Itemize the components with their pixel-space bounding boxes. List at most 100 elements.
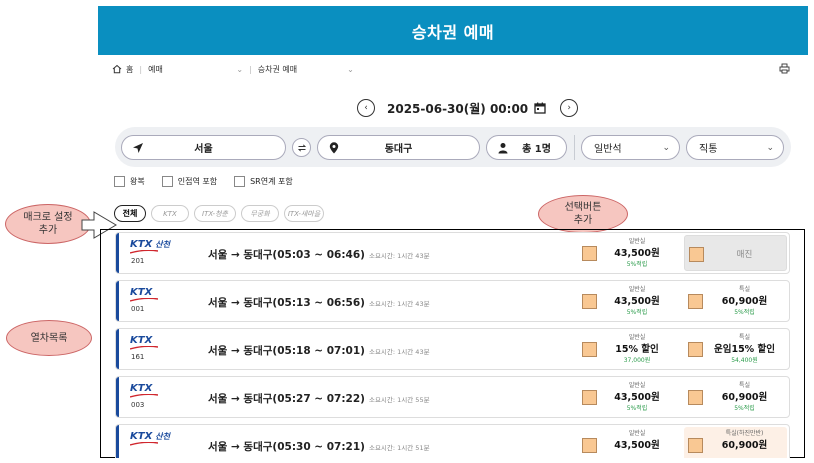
logo-sub: 산천: [155, 240, 171, 249]
seat-price: 60,900원: [721, 440, 768, 451]
navigation-arrow-icon: [133, 143, 143, 153]
select-checkbox[interactable]: [688, 390, 703, 405]
tab-itx-cheongchun[interactable]: ITX-청춘: [194, 205, 236, 222]
option-sr-link[interactable]: SR연계 포함: [234, 176, 293, 187]
duration-text: 소요시간: 1시간 55분: [368, 396, 430, 404]
train-row[interactable]: KTX 산천 서울 → 동대구(05:30 ~ 07:21) 소요시간: 1시간 5…: [115, 424, 790, 458]
tab-mugunghwa[interactable]: 무궁화: [241, 205, 279, 222]
logo-sub: 산천: [155, 432, 171, 441]
select-checkbox[interactable]: [582, 390, 597, 405]
print-icon[interactable]: [779, 63, 790, 74]
special-seat-cell[interactable]: 특실 60,900원 5%적립: [684, 283, 787, 319]
special-seat-cell[interactable]: 특실 운임15% 할인 54,400원: [684, 331, 787, 367]
next-date-button[interactable]: ›: [560, 99, 579, 117]
seat-info: 일반실 43,500원 5%적립: [596, 284, 678, 316]
page-title: 승차권 예매: [411, 22, 495, 42]
train-row[interactable]: KTX 161 서울 → 동대구(05:18 ~ 07:01) 소요시간: 1시간…: [115, 328, 790, 370]
general-seat-cell[interactable]: 일반실 43,500원 5%적립: [578, 379, 678, 415]
ktx-swoosh-icon: [130, 298, 158, 302]
train-row[interactable]: KTX 003 서울 → 동대구(05:27 ~ 07:22) 소요시간: 1시간…: [115, 376, 790, 418]
select-checkbox[interactable]: [688, 294, 703, 309]
seat-price: 43,500원: [614, 440, 660, 451]
train-number: 201: [131, 257, 145, 265]
date-text: 2025-06-30(월) 00:00: [387, 101, 529, 116]
seat-type: 일반실: [628, 382, 646, 389]
logo-text: KTX: [130, 335, 153, 346]
general-seat-cell[interactable]: 일반실 43,500원 5%적립: [578, 283, 678, 319]
select-checkbox[interactable]: [689, 247, 704, 262]
divider: [574, 135, 575, 160]
checkbox[interactable]: [161, 176, 173, 187]
prev-date-button[interactable]: ‹: [357, 99, 375, 117]
select-checkbox[interactable]: [582, 438, 597, 453]
train-row[interactable]: KTX 산천 201 서울 → 동대구(05:03 ~ 06:46) 소요시간: 1…: [115, 232, 790, 274]
select-checkbox[interactable]: [688, 342, 703, 357]
ktx-swoosh-icon: [130, 346, 158, 350]
breadcrumb-select-1[interactable]: 예매 ⌄: [148, 64, 243, 75]
select-checkbox[interactable]: [582, 342, 597, 357]
search-options: 왕복 인접역 포함 SR연계 포함: [114, 175, 310, 188]
breadcrumb-home[interactable]: 홈: [126, 64, 133, 75]
option-round-trip[interactable]: 왕복: [114, 176, 145, 187]
annotation-text: 추가: [573, 215, 593, 226]
train-route: 서울 → 동대구(05:03 ~ 06:46) 소요시간: 1시간 43분: [208, 247, 430, 262]
seat-type: 일반실: [628, 430, 646, 437]
special-seat-cell[interactable]: 특실(하진만반) 60,900원: [684, 427, 787, 458]
special-seat-cell: 매진: [684, 235, 787, 271]
seat-info: 일반실 43,500원 5%적립: [596, 380, 678, 412]
passenger-field[interactable]: 총 1명: [486, 135, 567, 160]
seat-price: 60,900원: [721, 296, 768, 307]
seat-info: 특실 60,900원 5%적립: [702, 380, 787, 412]
train-row[interactable]: KTX 001 서울 → 동대구(05:13 ~ 06:56) 소요시간: 1시간…: [115, 280, 790, 322]
arrival-field[interactable]: 동대구: [317, 135, 480, 160]
departure-value: 서울: [194, 144, 213, 155]
checkbox[interactable]: [114, 176, 125, 187]
general-seat-cell[interactable]: 일반실 43,500원: [578, 427, 678, 458]
seat-price: 43,500원: [614, 392, 660, 403]
route-type-select[interactable]: 직통 ⌄: [686, 135, 784, 160]
seat-info: 특실 60,900원 5%적립: [702, 284, 787, 316]
duration-text: 소요시간: 1시간 43분: [368, 300, 430, 308]
annotation-text: 추가: [38, 225, 58, 236]
seat-type: 일반실: [628, 334, 646, 341]
route-text: 서울 → 동대구(05:13 ~ 06:56): [208, 297, 365, 309]
seat-type: 특실: [738, 286, 751, 293]
general-seat-cell[interactable]: 일반실 43,500원 5%적립: [578, 235, 678, 271]
seat-info: 특실(하진만반) 60,900원: [702, 428, 787, 451]
select-checkbox[interactable]: [582, 246, 597, 261]
train-logo: KTX 산천: [130, 431, 170, 442]
train-route: 서울 → 동대구(05:30 ~ 07:21) 소요시간: 1시간 51분: [208, 439, 430, 454]
seat-sub: 37,000원: [623, 357, 651, 364]
special-seat-cell[interactable]: 특실 60,900원 5%적립: [684, 379, 787, 415]
departure-field[interactable]: 서울: [121, 135, 286, 160]
seat-class-select[interactable]: 일반석 ⌄: [581, 135, 680, 160]
tab-ktx[interactable]: KTX: [151, 205, 189, 222]
train-route: 서울 → 동대구(05:13 ~ 06:56) 소요시간: 1시간 43분: [208, 295, 430, 310]
train-number: 161: [131, 353, 145, 361]
calendar-icon[interactable]: [534, 102, 546, 114]
annotation-text: 열차목록: [30, 332, 68, 344]
route-text: 서울 → 동대구(05:18 ~ 07:01): [208, 345, 365, 357]
train-logo: KTX: [130, 287, 152, 298]
seat-sub: 5%적립: [734, 405, 755, 412]
seat-class-value: 일반석: [594, 144, 622, 155]
annotation-train-list: 열차목록: [6, 320, 92, 356]
option-nearby-station[interactable]: 인접역 포함: [161, 176, 217, 187]
select-checkbox[interactable]: [688, 438, 703, 453]
select-checkbox[interactable]: [582, 294, 597, 309]
home-icon[interactable]: [112, 64, 122, 74]
checkbox[interactable]: [234, 176, 246, 187]
ktx-swoosh-icon: [130, 442, 158, 446]
general-seat-cell[interactable]: 일반실 15% 할인 37,000원: [578, 331, 678, 367]
breadcrumb-select-2[interactable]: 승차권 예매 ⌄: [258, 64, 354, 75]
train-number: 003: [131, 401, 145, 409]
chevron-down-icon: ⌄: [347, 64, 354, 74]
tab-all[interactable]: 전체: [114, 205, 146, 222]
tab-itx-saemaeul[interactable]: ITX-새마을: [284, 205, 324, 222]
route-text: 서울 → 동대구(05:27 ~ 07:22): [208, 393, 365, 405]
swap-stations-button[interactable]: [292, 138, 311, 157]
breadcrumb-level1: 예매: [148, 64, 163, 74]
seat-info: 일반실 43,500원 5%적립: [596, 236, 678, 268]
route-text: 서울 → 동대구(05:03 ~ 06:46): [208, 249, 365, 261]
ktx-swoosh-icon: [130, 250, 158, 254]
